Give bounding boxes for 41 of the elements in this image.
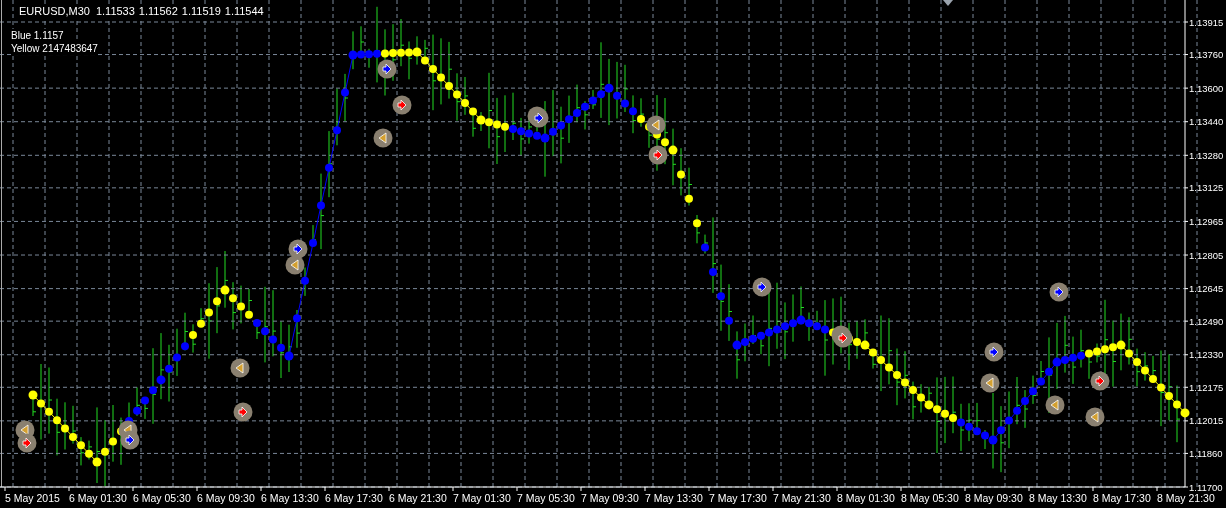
time-axis-label: 7 May 01:30	[453, 492, 511, 504]
quote-value: 1.11533	[95, 4, 135, 18]
time-axis-label: 6 May 17:30	[325, 492, 383, 504]
time-axis-label: 8 May 13:30	[1029, 492, 1087, 504]
time-axis-label: 6 May 01:30	[69, 492, 127, 504]
time-axis-label: 6 May 21:30	[389, 492, 447, 504]
quote-value: 1.11519	[181, 4, 221, 18]
indicator-legend: Yellow 2147483647	[11, 42, 98, 55]
time-axis-label: 8 May 09:30	[965, 492, 1023, 504]
time-axis-label: 8 May 05:30	[901, 492, 959, 504]
quote-value: 1.11562	[138, 4, 178, 18]
indicator-legend: Blue 1.1157	[11, 29, 64, 42]
price-axis-label: 1.13280	[1189, 149, 1224, 161]
price-axis-label: 1.13125	[1189, 182, 1224, 194]
price-axis-label: 1.12490	[1189, 315, 1224, 327]
time-axis-label: 5 May 2015	[5, 492, 60, 504]
symbol-label: EURUSD,M30	[19, 4, 90, 18]
price-axis-label: 1.12805	[1189, 249, 1224, 261]
price-axis-label: 1.11860	[1189, 447, 1223, 459]
time-axis-label: 6 May 05:30	[133, 492, 191, 504]
price-axis-label: 1.12645	[1189, 283, 1224, 295]
price-axis-label: 1.12015	[1189, 415, 1224, 427]
time-axis-label: 8 May 01:30	[837, 492, 895, 504]
price-axis-label: 1.13915	[1189, 16, 1224, 28]
price-axis-label: 1.12330	[1189, 349, 1224, 361]
price-axis-label: 1.13440	[1189, 116, 1224, 128]
price-axis-label: 1.11700	[1189, 481, 1223, 493]
time-axis-label: 7 May 09:30	[581, 492, 639, 504]
time-axis-label: 8 May 21:30	[1157, 492, 1215, 504]
time-axis-label: 6 May 13:30	[261, 492, 319, 504]
price-axis-label: 1.13600	[1189, 82, 1224, 94]
time-axis-label: 6 May 09:30	[197, 492, 255, 504]
price-axis-label: 1.12965	[1189, 215, 1224, 227]
price-axis-label: 1.13760	[1189, 49, 1224, 61]
time-axis-label: 7 May 13:30	[645, 492, 703, 504]
time-axis-label: 8 May 17:30	[1093, 492, 1151, 504]
quote-value: 1.11544	[224, 4, 264, 18]
price-axis-label: 1.12175	[1189, 381, 1224, 393]
time-axis-label: 7 May 05:30	[517, 492, 575, 504]
time-axis-label: 7 May 17:30	[709, 492, 767, 504]
time-axis-label: 7 May 21:30	[773, 492, 831, 504]
